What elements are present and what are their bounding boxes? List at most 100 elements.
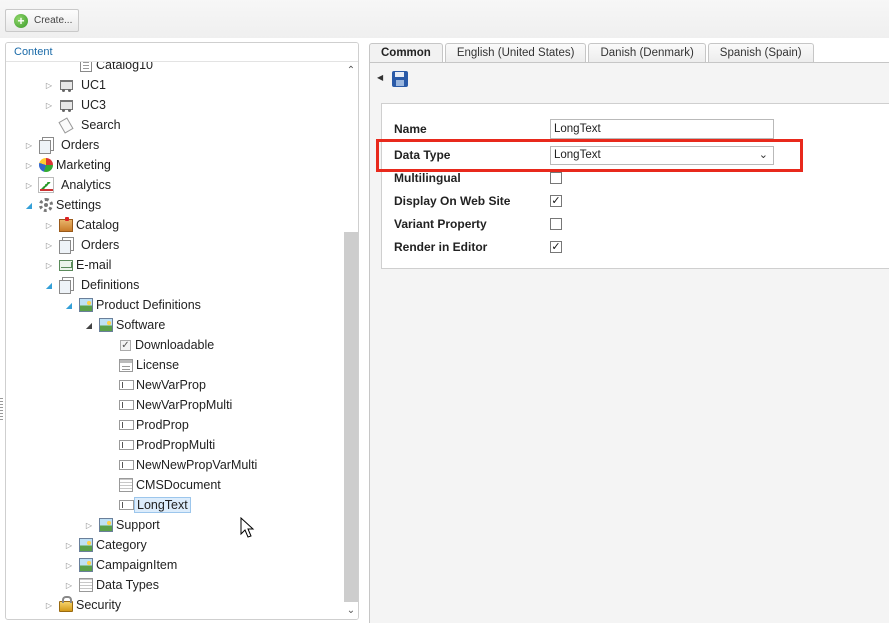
- save-icon[interactable]: [392, 71, 408, 87]
- expand-arrow-icon[interactable]: ▷: [24, 180, 34, 190]
- tree-node[interactable]: NewVarPropMulti: [104, 395, 234, 415]
- expand-arrow-icon[interactable]: ▷: [24, 140, 34, 150]
- collapse-arrow-icon[interactable]: ◀: [377, 73, 383, 82]
- tree-node[interactable]: ▷ Marketing: [24, 155, 113, 175]
- collapse-arrow-icon[interactable]: ◢: [84, 320, 94, 330]
- tree-node-label[interactable]: Downloadable: [133, 337, 216, 353]
- tree-node[interactable]: ◢ Definitions: [44, 275, 141, 295]
- pie-chart-icon: [39, 158, 53, 172]
- tree-node[interactable]: ▷ Analytics: [24, 175, 113, 195]
- tree-node[interactable]: ▷ Category: [64, 535, 149, 555]
- multilingual-checkbox[interactable]: [550, 172, 562, 184]
- tree-node[interactable]: ▷ Orders: [24, 135, 101, 155]
- scroll-down-icon[interactable]: ⌄: [345, 604, 357, 618]
- variant-property-checkbox[interactable]: [550, 218, 562, 230]
- tree-node-label[interactable]: Settings: [54, 197, 103, 213]
- tree-scrollbar[interactable]: ⌃ ⌄: [343, 62, 358, 619]
- tree-node[interactable]: ▷ Security: [44, 595, 123, 615]
- tree-node-label[interactable]: E-mail: [74, 257, 113, 273]
- tree-node-label[interactable]: Security: [74, 597, 123, 613]
- tree-node[interactable]: ▷ Orders: [44, 235, 121, 255]
- expand-arrow-icon[interactable]: ▷: [44, 80, 54, 90]
- tree-node[interactable]: ProdPropMulti: [104, 435, 217, 455]
- tree-node-label[interactable]: LongText: [134, 497, 191, 513]
- scroll-up-icon[interactable]: ⌃: [345, 64, 357, 78]
- tree-node-label[interactable]: ProdProp: [134, 417, 191, 433]
- tree-node-label[interactable]: Product Definitions: [94, 297, 203, 313]
- expand-arrow-icon[interactable]: ▷: [64, 540, 74, 550]
- expand-arrow-icon[interactable]: ▷: [44, 100, 54, 110]
- tree-node[interactable]: CMSDocument: [104, 475, 223, 495]
- tree-node-label[interactable]: License: [134, 357, 181, 373]
- tree-node[interactable]: ▷ UC3: [44, 95, 108, 115]
- expand-arrow-icon[interactable]: ▷: [44, 600, 54, 610]
- expand-arrow-icon[interactable]: ▷: [24, 160, 34, 170]
- tree-node-label[interactable]: NewVarPropMulti: [134, 397, 234, 413]
- scrollbar-thumb[interactable]: [344, 232, 358, 602]
- top-toolbar: + Create...: [0, 0, 889, 38]
- tree-node-label[interactable]: UC3: [79, 97, 108, 113]
- expand-arrow-icon[interactable]: ▷: [64, 560, 74, 570]
- data-type-select[interactable]: LongText ⌄: [550, 145, 774, 165]
- tree-node-label[interactable]: Orders: [59, 137, 101, 153]
- editor-toolbar: ◀: [370, 63, 889, 93]
- tree-node[interactable]: ▷ Data Types: [64, 575, 161, 595]
- tree-node[interactable]: ◢ Product Definitions: [64, 295, 203, 315]
- tree-node-label[interactable]: Marketing: [54, 157, 113, 173]
- tree-node[interactable]: NewVarProp: [104, 375, 208, 395]
- create-button-label: Create...: [34, 15, 73, 26]
- tree-node-label[interactable]: Support: [114, 517, 162, 533]
- tree-node-label[interactable]: CampaignItem: [94, 557, 179, 573]
- name-input[interactable]: [550, 119, 774, 139]
- tree-node[interactable]: ▷ CampaignItem: [64, 555, 179, 575]
- tree-node[interactable]: Catalog10: [64, 62, 155, 75]
- grid-icon: [119, 478, 133, 492]
- tree-node-label[interactable]: NewNewPropVarMulti: [134, 457, 259, 473]
- tree-node[interactable]: ▷ Catalog: [44, 215, 121, 235]
- tree-node-label[interactable]: UC1: [79, 77, 108, 93]
- expand-arrow-icon[interactable]: ▷: [44, 240, 54, 250]
- tree-node-label[interactable]: Definitions: [79, 277, 141, 293]
- text-field-icon: [119, 500, 134, 510]
- display-on-web-site-row: Display On Web Site ✓: [394, 190, 562, 212]
- tree-node[interactable]: ProdProp: [104, 415, 191, 435]
- expand-arrow-icon[interactable]: ▷: [44, 220, 54, 230]
- tree-node[interactable]: ✓ Downloadable: [104, 335, 216, 355]
- tree-node-label[interactable]: Analytics: [59, 177, 113, 193]
- panel-resize-handle[interactable]: [0, 398, 3, 420]
- tab-danish-denmark[interactable]: Danish (Denmark): [588, 43, 706, 63]
- tree-node[interactable]: ◢ Settings: [24, 195, 103, 215]
- collapse-arrow-icon[interactable]: ◢: [64, 300, 74, 310]
- expand-arrow-icon[interactable]: ▷: [64, 580, 74, 590]
- tree-node[interactable]: ▷ Support: [84, 515, 162, 535]
- tree-node-label[interactable]: Catalog10: [94, 62, 155, 73]
- definition-field-form: Name Data Type LongText ⌄ Multilingual D…: [381, 103, 889, 269]
- tree-node-label[interactable]: CMSDocument: [134, 477, 223, 493]
- collapse-arrow-icon[interactable]: ◢: [24, 200, 34, 210]
- tree-node-label[interactable]: Orders: [79, 237, 121, 253]
- display-on-web-site-checkbox[interactable]: ✓: [550, 195, 562, 207]
- tree-node-label[interactable]: Software: [114, 317, 167, 333]
- tree-node-label[interactable]: NewVarProp: [134, 377, 208, 393]
- image-icon: [79, 558, 93, 572]
- render-in-editor-checkbox[interactable]: ✓: [550, 241, 562, 253]
- tree-node[interactable]: NewNewPropVarMulti: [104, 455, 259, 475]
- tree-node-label[interactable]: Search: [79, 117, 123, 133]
- tree-node[interactable]: LongText: [104, 495, 191, 515]
- expand-arrow-icon[interactable]: ▷: [84, 520, 94, 530]
- create-button[interactable]: + Create...: [5, 9, 79, 32]
- tree-node[interactable]: ▷ UC1: [44, 75, 108, 95]
- tree-node-label[interactable]: Category: [94, 537, 149, 553]
- tab-common[interactable]: Common: [369, 43, 443, 63]
- tree-node-label[interactable]: ProdPropMulti: [134, 437, 217, 453]
- collapse-arrow-icon[interactable]: ◢: [44, 280, 54, 290]
- tab-spanish-spain[interactable]: Spanish (Spain): [707, 43, 814, 63]
- tree-node-label[interactable]: Data Types: [94, 577, 161, 593]
- tree-node[interactable]: ▷ E-mail: [44, 255, 113, 275]
- tree-node[interactable]: License: [104, 355, 181, 375]
- tree-node[interactable]: Search: [44, 115, 123, 135]
- tab-english-united-states[interactable]: English (United States): [444, 43, 587, 63]
- tree-node[interactable]: ◢ Software: [84, 315, 167, 335]
- expand-arrow-icon[interactable]: ▷: [44, 260, 54, 270]
- tree-node-label[interactable]: Catalog: [74, 217, 121, 233]
